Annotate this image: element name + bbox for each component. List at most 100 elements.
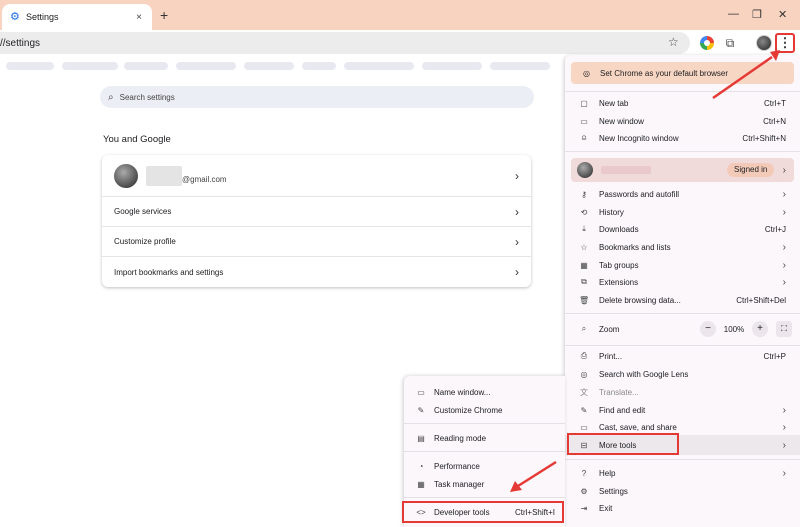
- submenu-item-customize-chrome[interactable]: ✎ Customize Chrome: [404, 401, 565, 419]
- bookmark-item[interactable]: [124, 62, 168, 70]
- menu-profile-row[interactable]: Signed in ›: [571, 158, 794, 182]
- menu-label: New window: [599, 116, 644, 126]
- menu-item-delete-browsing-data[interactable]: 🗑 Delete browsing data... Ctrl+Shift+Del: [565, 291, 800, 309]
- menu-item-downloads[interactable]: ⤓ Downloads Ctrl+J: [565, 220, 800, 238]
- settings-tab[interactable]: ⚙ Settings ×: [2, 4, 152, 30]
- menu-item-translate: 文 Translate...: [565, 383, 800, 401]
- new-tab-button[interactable]: +: [160, 7, 168, 23]
- tab-close-icon[interactable]: ×: [134, 12, 144, 23]
- key-icon: ⚷: [581, 189, 587, 199]
- profile-name-redacted: [601, 166, 651, 174]
- extensions-puzzle-icon[interactable]: ⧉: [723, 36, 737, 50]
- menu-item-settings[interactable]: ⚙ Settings: [565, 482, 800, 500]
- bookmark-item[interactable]: [244, 62, 294, 70]
- menu-item-google-lens[interactable]: ◎ Search with Google Lens: [565, 365, 800, 383]
- import-bookmarks-row[interactable]: Import bookmarks and settings ›: [102, 257, 531, 287]
- trash-icon: 🗑: [579, 295, 590, 305]
- google-services-row[interactable]: Google services ›: [102, 197, 531, 227]
- menu-label: Cast, save, and share: [599, 422, 677, 432]
- account-name-redacted: [146, 165, 182, 186]
- customize-icon: ✎: [417, 405, 425, 415]
- minimize-button[interactable]: —: [728, 8, 739, 20]
- menu-item-extensions[interactable]: ⧉ Extensions ›: [565, 273, 800, 291]
- chrome-logo-icon: ◎: [583, 68, 590, 78]
- chevron-right-icon: ›: [782, 206, 786, 218]
- menu-label: History: [599, 207, 624, 217]
- signed-in-badge: Signed in: [727, 163, 775, 177]
- submenu-label: Performance: [434, 461, 480, 471]
- search-placeholder: Search settings: [119, 92, 175, 102]
- color-extension-icon[interactable]: [700, 36, 714, 50]
- task-manager-icon: ▦: [417, 479, 425, 489]
- menu-item-find-edit[interactable]: ✎ Find and edit ›: [565, 401, 800, 419]
- menu-label: Exit: [599, 503, 613, 513]
- chevron-right-icon: ›: [782, 241, 786, 253]
- menu-item-new-tab[interactable]: ▢ New tab Ctrl+T: [565, 94, 800, 112]
- menu-label: Delete browsing data...: [599, 295, 681, 305]
- menu-label: Print...: [599, 351, 623, 361]
- developer-tools-highlight-box: [402, 501, 564, 523]
- you-and-google-card: @gmail.com › Google services › Customize…: [102, 155, 531, 287]
- more-tools-highlight-box: [567, 433, 679, 455]
- settings-search-input[interactable]: ⌕ Search settings: [100, 86, 534, 108]
- shortcut: Ctrl+P: [763, 351, 786, 361]
- restore-button[interactable]: ❐: [752, 8, 762, 21]
- menu-item-new-window[interactable]: ▭ New window Ctrl+N: [565, 112, 800, 130]
- menu-item-help[interactable]: ? Help ›: [565, 464, 800, 482]
- customize-profile-row[interactable]: Customize profile ›: [102, 227, 531, 257]
- fullscreen-icon[interactable]: ⛶: [776, 321, 792, 337]
- menu-label: Translate...: [599, 387, 639, 397]
- submenu-label: Customize Chrome: [434, 405, 503, 415]
- submenu-item-reading-mode[interactable]: ▤ Reading mode: [404, 429, 565, 447]
- menu-divider: [565, 345, 800, 346]
- zoom-in-button[interactable]: +: [752, 321, 768, 337]
- menu-item-bookmarks[interactable]: ☆ Bookmarks and lists ›: [565, 238, 800, 256]
- zoom-level: 100%: [723, 324, 745, 334]
- menu-label: Zoom: [599, 324, 620, 334]
- bookmark-star-icon[interactable]: ☆: [668, 35, 679, 49]
- submenu-item-performance[interactable]: ◔ Performance: [404, 457, 565, 475]
- banner-label: Set Chrome as your default browser: [599, 68, 729, 78]
- menu-item-zoom: ⌕ Zoom − 100% + ⛶: [565, 319, 800, 339]
- cast-icon: ▭: [580, 422, 588, 432]
- bookmark-item[interactable]: [490, 62, 550, 70]
- tab-strip: ⚙ Settings × + — ❐ ✕: [0, 0, 800, 30]
- submenu-divider: [404, 423, 565, 424]
- bookmark-item[interactable]: [344, 62, 414, 70]
- chevron-right-icon: ›: [782, 164, 786, 176]
- close-window-button[interactable]: ✕: [778, 8, 787, 21]
- submenu-item-name-window[interactable]: ▭ Name window...: [404, 383, 565, 401]
- tab-groups-icon: ▦: [580, 260, 588, 270]
- toolbar: //settings ☆ ⧉: [0, 30, 800, 56]
- menu-label: Bookmarks and lists: [599, 242, 671, 252]
- chevron-right-icon: ›: [782, 188, 786, 200]
- zoom-out-button[interactable]: −: [700, 321, 716, 337]
- profile-avatar-icon: [577, 162, 593, 178]
- menu-label: New tab: [599, 98, 629, 108]
- name-window-icon: ▭: [417, 387, 425, 397]
- bookmarks-bar: [0, 56, 560, 76]
- set-default-browser-banner[interactable]: ◎ Set Chrome as your default browser: [571, 62, 794, 84]
- address-bar[interactable]: //settings: [0, 32, 690, 54]
- bookmark-item[interactable]: [422, 62, 482, 70]
- profile-avatar[interactable]: [756, 35, 772, 51]
- history-icon: ⟲: [580, 207, 588, 217]
- account-row[interactable]: @gmail.com ›: [102, 155, 531, 197]
- menu-item-tab-groups[interactable]: ▦ Tab groups ›: [565, 256, 800, 274]
- menu-item-passwords[interactable]: ⚷ Passwords and autofill ›: [565, 185, 800, 203]
- menu-item-history[interactable]: ⟲ History ›: [565, 203, 800, 221]
- menu-item-incognito[interactable]: ⍝ New Incognito window Ctrl+Shift+N: [565, 129, 800, 147]
- submenu-item-task-manager[interactable]: ▦ Task manager: [404, 475, 565, 493]
- menu-kebab-icon[interactable]: ⋮: [775, 33, 795, 53]
- settings-icon: ⚙: [580, 486, 588, 496]
- bookmark-item[interactable]: [6, 62, 54, 70]
- search-icon: ⌕: [108, 91, 114, 103]
- menu-divider: [565, 459, 800, 460]
- menu-item-print[interactable]: ⎙ Print... Ctrl+P: [565, 347, 800, 365]
- menu-item-exit[interactable]: ⇥ Exit: [565, 499, 800, 517]
- bookmark-item[interactable]: [62, 62, 118, 70]
- reading-mode-icon: ▤: [417, 433, 425, 443]
- bookmark-item[interactable]: [302, 62, 336, 70]
- menu-label: Settings: [599, 486, 628, 496]
- bookmark-item[interactable]: [176, 62, 236, 70]
